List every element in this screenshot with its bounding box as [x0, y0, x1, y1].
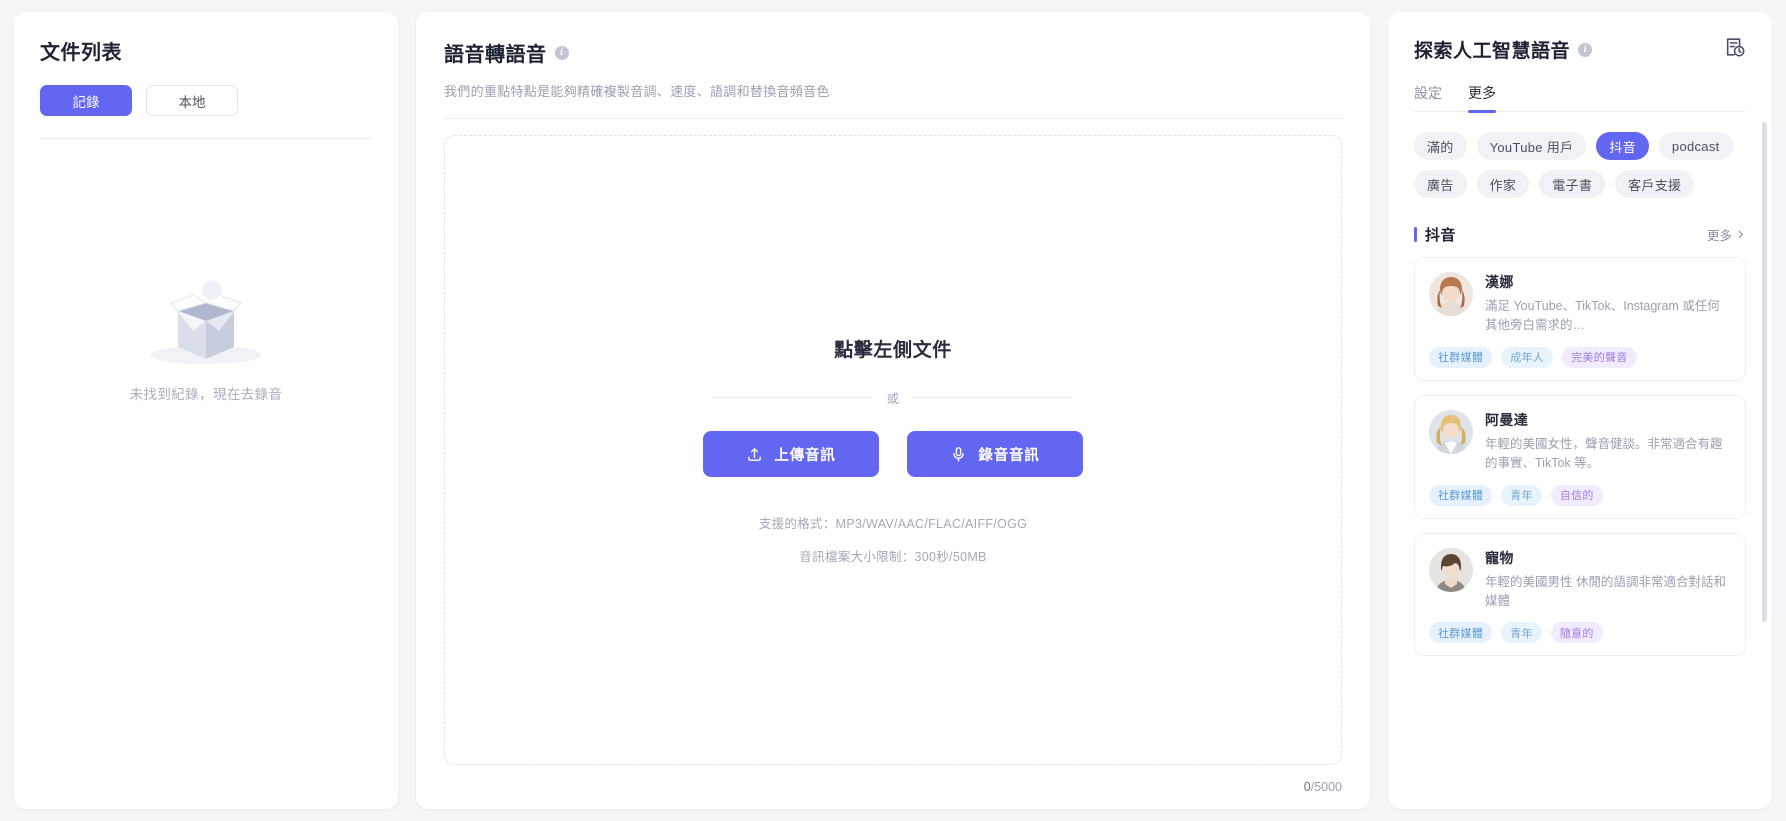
chevron-right-icon [1738, 230, 1743, 239]
voice-name: 寵物 [1485, 549, 1514, 566]
divider [1414, 111, 1746, 112]
upload-audio-label: 上傳音訊 [774, 447, 836, 464]
female-avatar-2-image [1429, 409, 1473, 454]
chip-advertising[interactable]: 廣告 [1414, 170, 1467, 198]
female-avatar-1-image [1429, 272, 1473, 316]
explore-voices-title: 探索人工智慧語音 [1414, 41, 1571, 62]
divider [444, 118, 1342, 119]
explore-voices-panel: 探索人工智慧語音 i 設定 更多 滿的 YouTube 用戶 抖音 podcas… [1388, 12, 1772, 809]
or-label: 或 [886, 392, 900, 406]
chip-youtube-users[interactable]: YouTube 用戶 [1476, 132, 1587, 160]
empty-state-text: 未找到紀錄，現在去錄音 [129, 387, 283, 402]
explore-voices-content: 探索人工智慧語音 i 設定 更多 滿的 YouTube 用戶 抖音 podcas… [1388, 36, 1772, 657]
tab-records[interactable]: 記錄 [40, 85, 132, 116]
explore-voices-tabs: 設定 更多 [1414, 83, 1746, 113]
voice-card[interactable]: 寵物 年輕的美國男性 休閒的語調非常適合對話和媒體 社群媒體 青年 隨意的 [1414, 532, 1746, 657]
chip-writer[interactable]: 作家 [1476, 170, 1530, 198]
divider-left [713, 397, 873, 398]
voice-card-list: 漢娜 滿足 YouTube、TikTok、Instagram 或任何其他旁白需求… [1414, 257, 1746, 657]
voice-tag: 社群媒體 [1429, 622, 1493, 644]
voice-card-top: 漢娜 滿足 YouTube、TikTok、Instagram 或任何其他旁白需求… [1429, 272, 1731, 336]
upload-audio-button[interactable]: 上傳音訊 [703, 431, 879, 477]
tab-more[interactable]: 更多 [1468, 83, 1496, 113]
divider [40, 138, 372, 139]
voice-card-meta: 阿曼達 年輕的美國女性，聲音健談。非常適合有趣的事實、TikTok 等。 [1485, 410, 1731, 474]
section-more-label: 更多 [1706, 229, 1732, 243]
voice-description: 年輕的美國男性 休閒的語調非常適合對話和媒體 [1485, 574, 1726, 608]
voice-name: 阿曼達 [1485, 411, 1529, 428]
avatar [1429, 272, 1473, 316]
info-icon[interactable]: i [554, 45, 569, 60]
history-document-icon[interactable] [1724, 36, 1746, 63]
explore-voices-header: 探索人工智慧語音 i [1414, 36, 1746, 63]
dropzone-actions: 上傳音訊 錄音音訊 [703, 431, 1083, 477]
character-counter-current: 0 [1303, 780, 1311, 794]
or-separator: 或 [713, 388, 1074, 407]
record-audio-label: 錄音音訊 [978, 447, 1040, 464]
section-title: 抖音 [1425, 227, 1456, 244]
voice-card-meta: 寵物 年輕的美國男性 休閒的語調非常適合對話和媒體 [1485, 548, 1731, 612]
voice-tag: 青年 [1501, 622, 1542, 644]
avatar [1429, 409, 1473, 454]
voice-name: 漢娜 [1485, 274, 1514, 290]
voice-card-top: 寵物 年輕的美國男性 休閒的語調非常適合對話和媒體 [1429, 547, 1731, 612]
record-audio-button[interactable]: 錄音音訊 [907, 431, 1083, 477]
chip-podcast[interactable]: podcast [1658, 132, 1733, 160]
voice-tags: 社群媒體 青年 自信的 [1429, 484, 1731, 506]
voice-to-voice-panel: 語音轉語音 i 我們的重點特點是能夠精確複製音調、速度、語調和替換音頻音色 點擊… [416, 12, 1370, 809]
voice-card-top: 阿曼達 年輕的美國女性，聲音健談。非常適合有趣的事實、TikTok 等。 [1429, 409, 1731, 474]
chip-customer-support[interactable]: 客戶支援 [1615, 170, 1695, 198]
voice-tags: 社群媒體 成年人 完美的聲音 [1429, 346, 1731, 368]
tab-settings[interactable]: 設定 [1414, 83, 1442, 112]
page-title: 語音轉語音 [444, 44, 547, 66]
voices-scroll-area: 探索人工智慧語音 i 設定 更多 滿的 YouTube 用戶 抖音 podcas… [1388, 36, 1772, 809]
voice-tag: 成年人 [1501, 346, 1554, 368]
voice-description: 滿足 YouTube、TikTok、Instagram 或任何其他旁白需求的… [1485, 299, 1720, 333]
file-list-panel: 文件列表 記錄 本地 未找到紀錄，現在去錄音 [14, 12, 398, 809]
voice-to-voice-header: 語音轉語音 i [444, 38, 1342, 67]
voice-tag: 完美的聲音 [1562, 346, 1637, 368]
chip-ebook[interactable]: 電子書 [1539, 170, 1606, 198]
voice-description: 年輕的美國女性，聲音健談。非常適合有趣的事實、TikTok 等。 [1485, 436, 1723, 471]
voices-scrollbar[interactable] [1762, 122, 1767, 622]
character-counter-max: /5000 [1310, 780, 1342, 794]
file-list-tabs: 記錄 本地 [40, 85, 372, 116]
section-more-link[interactable]: 更多 [1707, 225, 1746, 244]
file-list-title: 文件列表 [40, 42, 122, 64]
chip-full[interactable]: 滿的 [1414, 132, 1467, 160]
avatar [1429, 547, 1473, 592]
voice-tag: 社群媒體 [1429, 346, 1493, 368]
empty-box-search-icon [150, 277, 262, 364]
upload-icon [748, 447, 762, 461]
audio-dropzone[interactable]: 點擊左側文件 或 上傳音訊 錄音音訊 支援的格式：MP3/WAV/AAC/FLA… [444, 135, 1342, 765]
voice-card-meta: 漢娜 滿足 YouTube、TikTok、Instagram 或任何其他旁白需求… [1485, 272, 1731, 336]
app-root: 文件列表 記錄 本地 未找到紀錄，現在去錄音 語音轉語音 i 我們的重點特點是能… [0, 0, 1786, 821]
category-chips: 滿的 YouTube 用戶 抖音 podcast 廣告 作家 電子書 客戶支援 [1414, 132, 1746, 198]
voice-tag: 社群媒體 [1429, 484, 1493, 506]
section-accent-bar [1414, 227, 1417, 242]
divider-right [913, 397, 1074, 398]
voice-tag: 青年 [1501, 484, 1542, 506]
male-avatar-1-image [1429, 547, 1473, 592]
supported-formats-text: 支援的格式：MP3/WAV/AAC/FLAC/AIFF/OGG [758, 517, 1028, 531]
page-subtitle: 我們的重點特點是能夠精確複製音調、速度、語調和替換音頻音色 [444, 84, 830, 99]
tab-local[interactable]: 本地 [146, 85, 238, 116]
voice-card[interactable]: 阿曼達 年輕的美國女性，聲音健談。非常適合有趣的事實、TikTok 等。 社群媒… [1414, 394, 1746, 519]
chip-douyin[interactable]: 抖音 [1596, 132, 1649, 160]
voice-tags: 社群媒體 青年 隨意的 [1429, 622, 1731, 644]
info-icon[interactable]: i [1578, 42, 1593, 57]
size-limit-text: 音訊檔案大小限制：300秒/50MB [799, 550, 987, 564]
dropzone-heading: 點擊左側文件 [834, 340, 952, 361]
section-header-douyin: 抖音 更多 [1414, 224, 1746, 245]
voice-tag: 隨意的 [1550, 622, 1603, 644]
character-counter: 0 /5000 [444, 765, 1342, 809]
empty-state: 未找到紀錄，現在去錄音 [40, 259, 372, 403]
microphone-icon [953, 446, 965, 462]
voice-tag: 自信的 [1550, 484, 1603, 506]
voice-card[interactable]: 漢娜 滿足 YouTube、TikTok、Instagram 或任何其他旁白需求… [1414, 257, 1746, 381]
